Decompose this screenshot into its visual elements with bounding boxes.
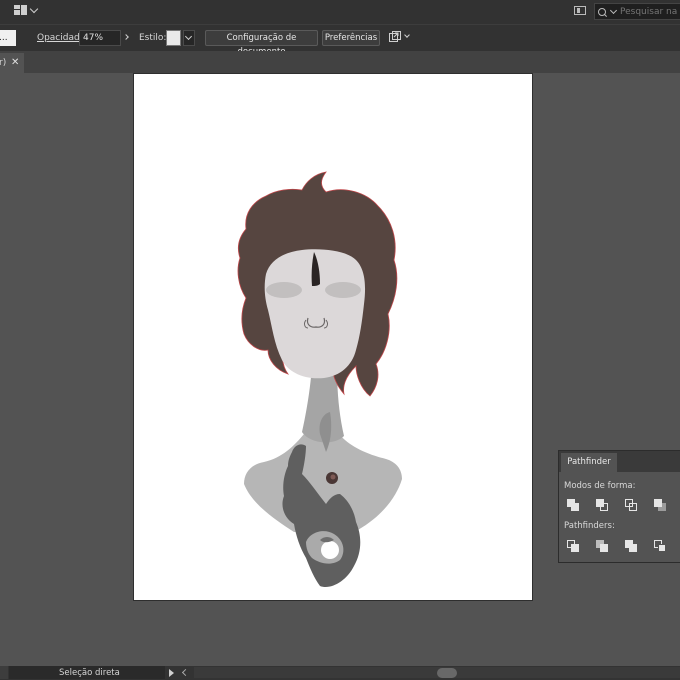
pathfinders-label: Pathfinders: [564,521,615,531]
pathfinder-panel: Pathfinder Modos de forma: Pathfinders: [558,450,680,563]
search-icon [598,7,606,16]
workspace-switcher[interactable] [14,4,39,15]
divide-icon[interactable] [567,540,580,553]
illustration-canvas [237,171,402,588]
opacity-slider-arrow-icon[interactable] [123,34,129,40]
control-bar: ... Opacidade: 47% Estilo: Configuração … [0,24,680,57]
tab-pathfinder[interactable]: Pathfinder [561,453,617,472]
pathfinders-row [567,540,667,553]
chevron-down-icon [29,4,39,13]
hand-wound-shape [326,472,338,484]
opacity-field[interactable]: 47% [79,30,121,46]
shape-modes-row [567,499,667,512]
status-bar: Seleção direta [0,666,680,680]
document-tab-bar: r) ✕ [0,51,680,73]
stroke-profile-dropdown[interactable]: ... [0,30,16,46]
help-search[interactable] [594,3,680,20]
workspace-grid-icon [14,5,27,15]
crop-icon[interactable] [654,540,667,553]
document-tab-title: r) [0,58,7,68]
pathfinder-tab-strip: Pathfinder [559,451,680,472]
artboard[interactable] [134,74,532,600]
document-setup-button[interactable]: Configuração de documento [205,30,318,57]
style-label: Estilo: [139,33,167,43]
play-icon[interactable] [169,669,174,677]
exclude-icon[interactable] [654,499,667,512]
chevron-down-icon[interactable] [609,6,618,14]
menu-bar [0,0,680,24]
horizontal-scrollbar[interactable] [194,667,680,678]
trim-icon[interactable] [596,540,609,553]
document-tab[interactable]: r) ✕ [0,53,24,73]
search-input[interactable] [620,6,680,17]
minus-front-icon[interactable] [596,499,609,512]
preferences-button[interactable]: Preferências [322,30,380,46]
close-icon[interactable]: ✕ [11,57,19,68]
graphic-style-swatch[interactable] [166,30,181,46]
chevron-down-icon[interactable] [404,32,410,38]
graphic-style-dropdown[interactable] [183,30,195,46]
chevron-left-icon[interactable] [181,668,190,677]
zoom-field[interactable] [0,666,8,679]
intersect-icon[interactable] [625,499,638,512]
shape-modes-label: Modos de forma: [564,481,636,491]
arrange-documents-icon[interactable] [389,31,401,43]
current-tool-readout[interactable]: Seleção direta [9,666,165,679]
panel-layout-icon[interactable] [574,6,586,15]
scrollbar-thumb[interactable] [437,668,457,678]
unite-icon[interactable] [567,499,580,512]
merge-icon[interactable] [625,540,638,553]
